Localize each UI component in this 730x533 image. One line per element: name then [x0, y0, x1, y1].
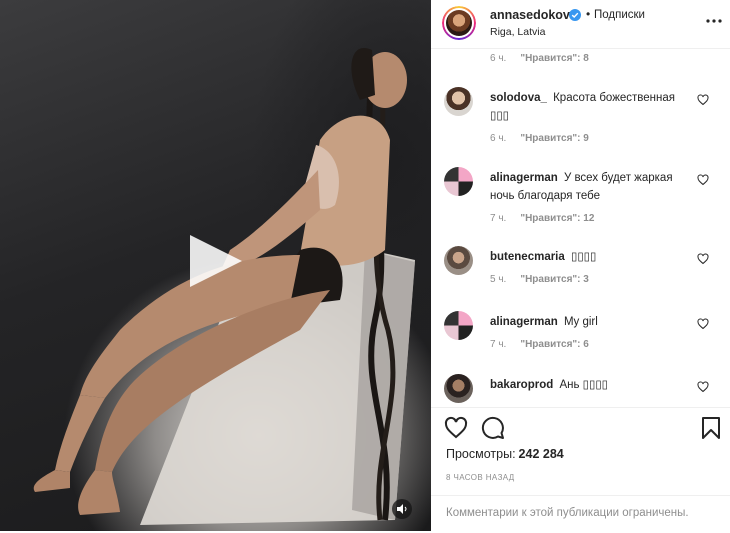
- comment-likes[interactable]: "Нравится": 8: [520, 53, 589, 64]
- commenter-avatar[interactable]: [444, 246, 473, 275]
- commenter-avatar[interactable]: [444, 167, 473, 196]
- sound-toggle-button[interactable]: [392, 499, 412, 519]
- following-button[interactable]: Подписки: [594, 9, 645, 21]
- comments-closed-text: Комментарии к этой публикации ограничены…: [446, 507, 689, 519]
- post-header: annasedokova • Подписки Riga, Latvia: [431, 0, 730, 49]
- heart-icon[interactable]: [697, 253, 709, 265]
- comment-text: alinagerman My girl: [490, 313, 690, 331]
- separator-dot: •: [586, 7, 591, 21]
- heart-icon[interactable]: [697, 318, 709, 330]
- comment-text: butenecmaria ▯▯▯▯: [490, 248, 690, 266]
- location-link[interactable]: Riga, Latvia: [490, 26, 545, 38]
- author-avatar[interactable]: [442, 6, 476, 40]
- heart-icon[interactable]: [697, 381, 709, 393]
- post-side-panel: annasedokova • Подписки Riga, Latvia 6 ч…: [431, 0, 730, 531]
- comment-body: ▯▯▯▯: [570, 251, 597, 263]
- comment-text: solodova_ Красота божественная ▯▯▯: [490, 89, 690, 125]
- comments-closed-notice: Комментарии к этой публикации ограничены…: [431, 495, 730, 533]
- views-number: 242 284: [518, 447, 564, 461]
- more-options-icon[interactable]: [705, 12, 723, 30]
- views-label: Просмотры:: [446, 447, 516, 461]
- commenter-avatar[interactable]: [444, 311, 473, 340]
- comment-text: bakaroprod Ань ▯▯▯▯: [490, 376, 690, 394]
- comment-author[interactable]: alinagerman: [490, 172, 558, 184]
- author-username[interactable]: annasedokova: [490, 8, 577, 22]
- verified-badge-icon: [569, 9, 581, 21]
- comment-likes[interactable]: "Нравится": 6: [520, 339, 589, 350]
- comments-list[interactable]: 6 ч. "Нравится": 8 solodova_ Красота боже…: [431, 49, 730, 407]
- comment-time: 6 ч.: [490, 53, 507, 64]
- comment-time: 7 ч.: [490, 339, 507, 350]
- comment-body: Ань ▯▯▯▯: [559, 379, 608, 391]
- comment-author[interactable]: butenecmaria: [490, 251, 565, 263]
- sound-icon: [397, 504, 407, 514]
- comment-meta: 5 ч. "Нравится": 3: [490, 274, 589, 285]
- comment-time: 5 ч.: [490, 274, 507, 285]
- comment-meta: 7 ч. "Нравится": 12: [490, 213, 594, 224]
- bookmark-icon[interactable]: [699, 416, 723, 440]
- comment-time: 7 ч.: [490, 213, 507, 224]
- comment-likes[interactable]: "Нравится": 3: [520, 274, 589, 285]
- post-actions: Просмотры: 242 284 8 часов назад Коммента…: [431, 407, 730, 532]
- comment-time: 6 ч.: [490, 133, 507, 144]
- comment-likes[interactable]: "Нравится": 12: [520, 213, 594, 224]
- commenter-avatar[interactable]: [444, 87, 473, 116]
- commenter-avatar[interactable]: [444, 374, 473, 403]
- comment-text: alinagerman У всех будет жаркая ночь бла…: [490, 169, 690, 205]
- comment-icon[interactable]: [481, 416, 505, 440]
- comment-meta: 6 ч. "Нравится": 8: [490, 53, 589, 64]
- views-count: Просмотры: 242 284: [446, 447, 564, 461]
- comment-meta: 7 ч. "Нравится": 6: [490, 339, 589, 350]
- heart-icon[interactable]: [697, 174, 709, 186]
- comment-body: My girl: [563, 316, 598, 328]
- play-button[interactable]: [184, 231, 244, 291]
- comment-author[interactable]: bakaroprod: [490, 379, 553, 391]
- comment-likes[interactable]: "Нравится": 9: [520, 133, 589, 144]
- post-time[interactable]: 8 часов назад: [446, 473, 515, 482]
- comment-author[interactable]: solodova_: [490, 92, 547, 104]
- comment-meta: 6 ч. "Нравится": 9: [490, 133, 589, 144]
- post-video[interactable]: [0, 0, 431, 531]
- play-icon: [190, 235, 242, 287]
- comment-author[interactable]: alinagerman: [490, 316, 558, 328]
- heart-icon[interactable]: [697, 94, 709, 106]
- heart-icon[interactable]: [444, 416, 468, 440]
